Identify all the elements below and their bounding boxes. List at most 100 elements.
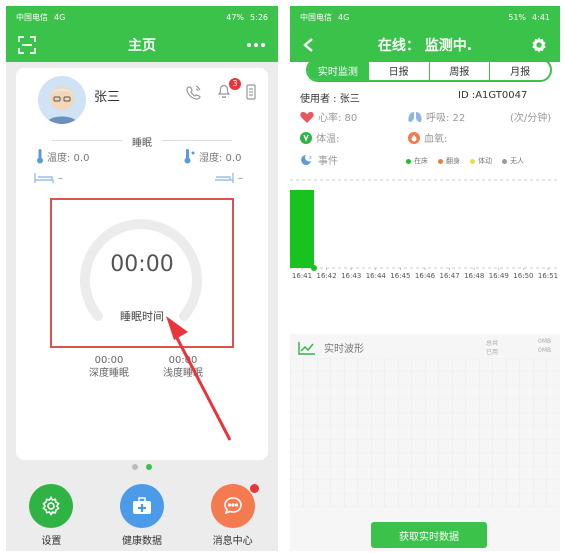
humidity-row: 湿度: 0.0 [182, 148, 241, 164]
breath-row: 呼吸: 22 [408, 109, 465, 124]
page-title: 主页 [128, 38, 156, 54]
status-bar: 中国电信 4G 47% 5:26 [6, 6, 278, 28]
signal-label: 4G [338, 12, 350, 22]
app-bar: 主页 [6, 28, 278, 62]
svg-text:z: z [309, 155, 312, 161]
settings-gear-button[interactable] [530, 28, 548, 62]
chart-bar [290, 190, 314, 268]
carrier-label: 中国电信 [300, 12, 332, 22]
event-label: 事件 [318, 156, 338, 167]
bed-icon [215, 173, 234, 183]
thermometer-icon [37, 149, 43, 164]
blood-oxygen-label: 血氧: [424, 134, 448, 145]
chart-tick-label: 16:46 [415, 272, 436, 280]
gear-icon [532, 37, 546, 53]
device-icon[interactable] [246, 84, 256, 100]
time-label: 5:26 [250, 12, 268, 22]
health-data-button[interactable] [119, 484, 164, 528]
message-center-button[interactable] [210, 484, 255, 528]
event-row: z 事件 [300, 152, 338, 167]
top-icons: 3 [186, 78, 256, 102]
breath-label: 呼吸: 22 [426, 113, 466, 124]
page-dot-active[interactable] [146, 464, 152, 470]
blood-drop-icon [408, 131, 420, 144]
page-dot[interactable] [132, 464, 138, 470]
page-title: 在线： 监测中. [377, 38, 473, 54]
section-title: 睡眠 [132, 138, 152, 149]
tab-monthly[interactable]: 月报 [489, 60, 550, 80]
blood-oxygen-row: 血氧: [408, 130, 447, 145]
chart-marker [311, 265, 317, 271]
gear-icon [42, 496, 60, 516]
nav-settings-label: 设置 [41, 536, 62, 547]
scan-icon[interactable] [18, 28, 36, 62]
temperature-row: 温度: 0.0 [36, 148, 89, 164]
chart-tick-label: 16:41 [292, 272, 312, 280]
body-temperature-label: 体温: [316, 134, 340, 145]
total-value: 0MB [538, 338, 552, 345]
humidity-icon [184, 149, 195, 164]
left-phone-screen: 中国电信 4G 47% 5:26 主页 张三 3 睡眠 温度: 0.0 湿度: … [6, 6, 278, 551]
chart-tick-label: 16:50 [513, 272, 533, 280]
nav-settings[interactable]: 设置 [11, 482, 91, 551]
chart-tick-label: 16:44 [366, 272, 387, 280]
used-label: 已用 [486, 349, 499, 356]
temperature-label: 温度: 0.0 [47, 152, 90, 164]
waveform-header: 实时波形 [298, 340, 364, 355]
chart-tick-label: 16:51 [538, 272, 558, 280]
chart-tick-label: 16:49 [489, 272, 509, 280]
chart-tick-label: 16:43 [341, 272, 361, 280]
nav-health-data[interactable]: 健康数据 [102, 482, 182, 551]
bottom-nav: 设置 健康数据 消息中心 [6, 482, 278, 551]
bell-button[interactable]: 3 [216, 78, 241, 102]
bed-left-row: – [34, 172, 63, 184]
event-chart: 16:41 16:42 16:43 16:44 16:45 16:46 16:47 16:48… [290, 179, 560, 280]
bed-left-value: – [58, 172, 63, 184]
settings-button[interactable] [29, 484, 74, 528]
line-chart-icon [298, 341, 315, 355]
event-legend: 在床 翻身 体动 无人 [406, 156, 524, 166]
waveform-title: 实时波形 [324, 344, 364, 355]
chat-bubble-icon [223, 497, 242, 515]
bed-right-value: – [238, 172, 243, 184]
tab-daily[interactable]: 日报 [367, 60, 429, 80]
back-icon[interactable] [302, 28, 314, 62]
chart-tick-label: 16:42 [317, 272, 337, 280]
avatar[interactable] [38, 76, 86, 124]
unread-dot [249, 484, 259, 493]
legend-in-bed: 在床 [406, 156, 428, 166]
time-label: 4:41 [532, 12, 550, 22]
sleep-card: 张三 3 睡眠 温度: 0.0 湿度: 0.0 – – 00:00 睡眠时间 0… [16, 68, 268, 460]
annotation-arrow-icon [166, 316, 232, 441]
status-bar: 中国电信 4G 51% 4:41 [290, 6, 560, 28]
legend-turn-over: 翻身 [438, 156, 460, 166]
total-label: 总共 [486, 340, 499, 347]
user-name: 张三 [94, 90, 121, 105]
sleep-time-value: 00:00 [110, 252, 174, 277]
lungs-icon [408, 111, 422, 122]
battery-label: 47% [226, 12, 245, 22]
heart-rate-label: 心率: 80 [318, 113, 358, 124]
user-label: 使用者 : 张三 [300, 94, 360, 105]
phone-vibrate-icon[interactable] [186, 84, 202, 100]
carrier-label: 中国电信 [16, 12, 48, 22]
report-tabs: 实时监测 日报 周报 月报 [306, 58, 552, 82]
nav-health-data-label: 健康数据 [121, 536, 162, 547]
tab-realtime[interactable]: 实时监测 [308, 60, 368, 80]
more-icon[interactable] [246, 28, 266, 62]
fetch-realtime-data-button[interactable]: 获取实时数据 [371, 522, 487, 548]
medical-kit-icon [132, 497, 151, 514]
waveform-panel: 实时波形 总共 0MB 已用 0MB [290, 334, 560, 551]
chart-tick-label: 16:45 [390, 272, 410, 280]
nav-message-center[interactable]: 消息中心 [193, 482, 273, 551]
deep-sleep-stat: 00:00 深度睡眠 [74, 354, 144, 380]
thermometer-icon [300, 131, 312, 144]
chart-tick-label: 16:48 [464, 272, 484, 280]
tab-weekly[interactable]: 周报 [428, 60, 490, 80]
page-indicator [6, 464, 278, 470]
bed-right-row: – [214, 172, 243, 184]
deep-sleep-label: 深度睡眠 [89, 368, 129, 379]
nav-message-center-label: 消息中心 [212, 536, 253, 547]
temperature-row: 体温: [300, 130, 339, 145]
event-moon-icon: z [301, 154, 312, 165]
